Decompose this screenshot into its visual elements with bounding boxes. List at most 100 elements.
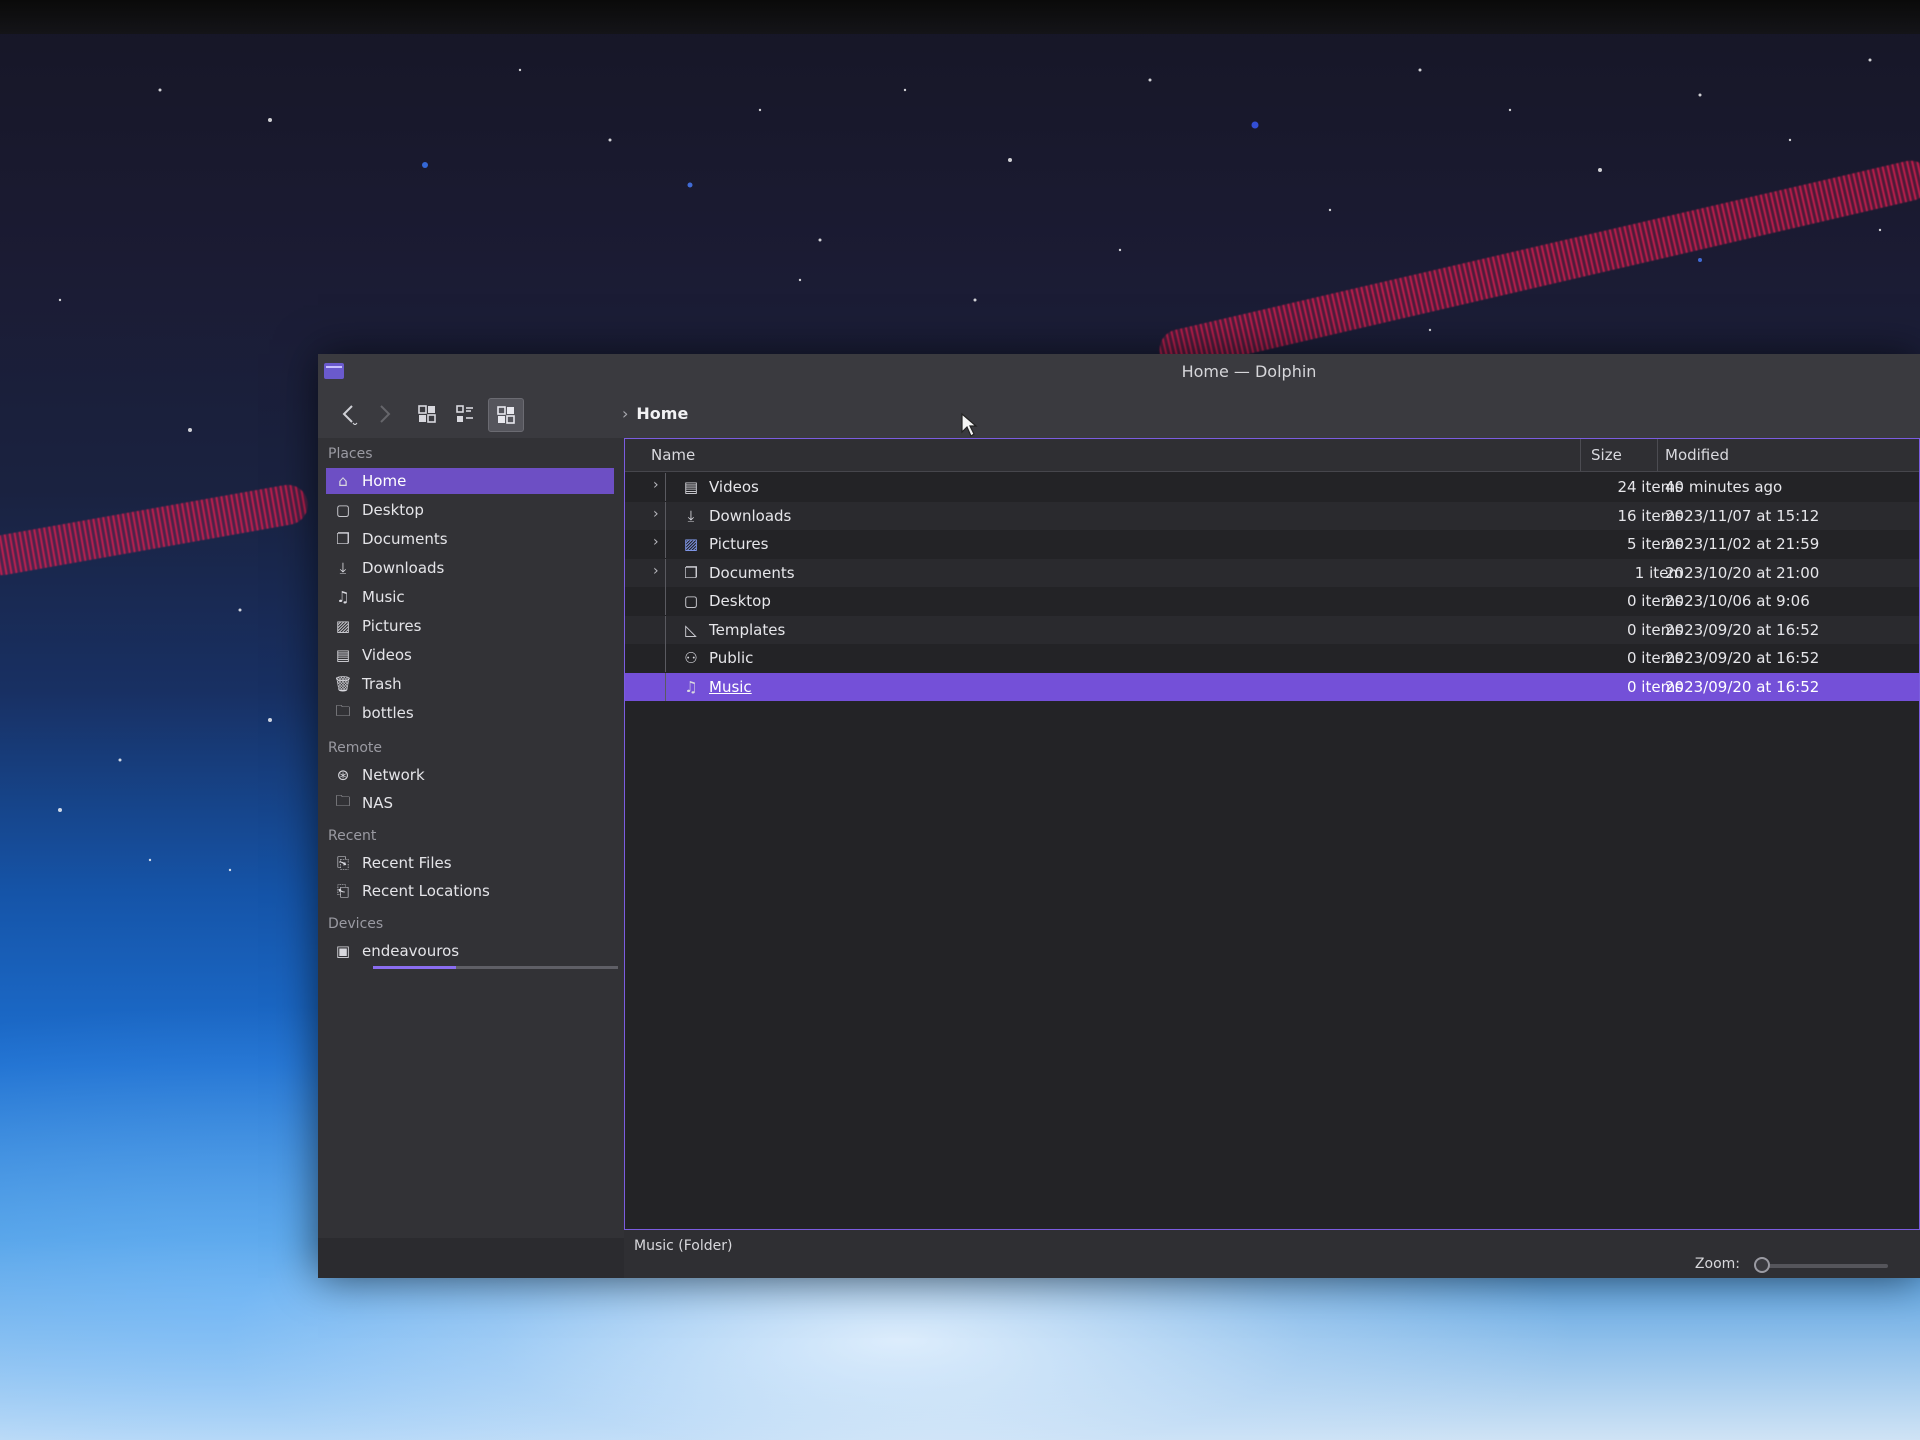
downloads-icon: ⤓ — [339, 559, 347, 577]
title-bar[interactable]: Home — Dolphin — [318, 354, 1920, 391]
place-videos[interactable]: ▤ Videos — [326, 642, 614, 668]
place-music[interactable]: ♫ Music — [326, 584, 614, 610]
place-label: Recent Files — [362, 854, 452, 872]
breadcrumb: › Home — [622, 404, 688, 423]
file-row[interactable]: ♫ Music 0 items 2023/09/20 at 16:52 — [625, 672, 1919, 701]
expand-chevron-icon[interactable]: › — [653, 477, 665, 493]
file-name[interactable]: Desktop — [709, 592, 771, 610]
documents-icon: ❐ — [336, 530, 350, 548]
details-view-button[interactable] — [488, 398, 524, 432]
file-row[interactable]: › ▨ Pictures 5 items 2023/11/02 at 21:59 — [625, 530, 1919, 558]
file-modified: 40 minutes ago — [1665, 478, 1783, 496]
file-row[interactable]: ⚇ Public 0 items 2023/09/20 at 16:52 — [625, 644, 1919, 672]
column-header: Name Size Modified — [625, 439, 1919, 472]
column-name[interactable]: Name — [651, 446, 695, 464]
videos-icon: ▤ — [683, 478, 699, 496]
file-modified: 2023/09/20 at 16:52 — [1665, 677, 1820, 696]
place-desktop[interactable]: ▢ Desktop — [326, 497, 614, 523]
network-icon: ⊛ — [336, 766, 350, 784]
device-usage-fill — [373, 966, 457, 969]
place-label: Music — [362, 588, 405, 606]
zoom-slider-handle[interactable] — [1754, 1257, 1770, 1273]
device-usage-container — [318, 966, 624, 970]
breadcrumb-chevron-icon: › — [622, 404, 629, 423]
tree-connector — [665, 558, 680, 587]
place-label: NAS — [362, 794, 394, 812]
folder-icon: 🗀 — [335, 791, 351, 810]
file-name[interactable]: Documents — [709, 564, 795, 582]
folder-icon: 🗀 — [335, 701, 351, 720]
place-network[interactable]: ⊛ Network — [326, 762, 614, 788]
place-recent-files[interactable]: ⎘ Recent Files — [326, 850, 614, 876]
place-home[interactable]: ⌂ Home — [326, 468, 614, 494]
place-bottles[interactable]: 🗀 bottles — [326, 700, 614, 726]
places-panel: Places ⌂ Home ▢ Desktop ❐ Documents ⤓ Do… — [318, 438, 624, 1238]
mouse-cursor-icon — [961, 412, 978, 437]
place-nas[interactable]: 🗀 NAS — [326, 790, 614, 816]
desktop-icon: ▢ — [683, 592, 699, 610]
expand-chevron-icon[interactable]: › — [653, 506, 665, 522]
place-pictures[interactable]: ▨ Pictures — [326, 613, 614, 639]
desktop-icon: ▢ — [335, 501, 351, 519]
place-label: endeavouros — [362, 942, 460, 960]
place-label: Recent Locations — [362, 882, 490, 900]
icons-view-button[interactable] — [410, 398, 444, 430]
file-name[interactable]: Public — [709, 649, 753, 667]
icons-view-icon — [418, 405, 436, 423]
place-documents[interactable]: ❐ Documents — [326, 526, 614, 552]
drive-icon: ▣ — [335, 942, 351, 960]
file-manager-window: Home — Dolphin › Home Places ⌂ Home ▢ De… — [318, 354, 1920, 1278]
place-label: Trash — [362, 675, 402, 693]
place-label: Documents — [362, 530, 448, 548]
file-name[interactable]: Downloads — [709, 507, 791, 525]
breadcrumb-item-home[interactable]: Home — [636, 404, 688, 423]
file-row[interactable]: ▢ Desktop 0 items 2023/10/06 at 9:06 — [625, 587, 1919, 615]
expand-chevron-icon[interactable]: › — [653, 534, 665, 550]
tree-connector — [665, 615, 680, 644]
videos-icon: ▤ — [335, 646, 351, 664]
file-row[interactable]: › ▤ Videos 24 items 40 minutes ago — [625, 473, 1919, 501]
section-title-places: Places — [328, 446, 373, 462]
tree-connector — [665, 530, 680, 558]
column-size[interactable]: Size — [1591, 446, 1622, 464]
expand-chevron-icon[interactable]: › — [653, 563, 665, 579]
file-row[interactable]: › ⤓ Downloads 16 items 2023/11/07 at 15:12 — [625, 501, 1919, 530]
recent-files-icon: ⎘ — [336, 854, 349, 872]
column-modified[interactable]: Modified — [1665, 446, 1729, 464]
column-divider[interactable] — [1580, 439, 1581, 471]
documents-icon: ❐ — [684, 563, 698, 582]
section-title-devices: Devices — [328, 916, 384, 932]
file-modified: 2023/09/20 at 16:52 — [1665, 649, 1820, 667]
back-button[interactable] — [332, 398, 366, 430]
zoom-slider[interactable] — [1758, 1264, 1888, 1268]
section-title-recent: Recent — [328, 828, 377, 844]
file-name[interactable]: Templates — [709, 621, 785, 639]
file-name[interactable]: Music — [709, 678, 752, 696]
details-view-icon — [497, 406, 515, 424]
place-device-endeavouros[interactable]: ▣ endeavouros — [326, 938, 614, 964]
file-modified: 2023/10/06 at 9:06 — [1665, 592, 1810, 610]
place-downloads[interactable]: ⤓ Downloads — [326, 555, 614, 581]
tree-connector — [665, 644, 680, 672]
back-arrow-icon — [342, 405, 358, 425]
templates-icon: ◺ — [685, 620, 697, 639]
file-name[interactable]: Pictures — [709, 535, 768, 553]
tree-connector — [665, 473, 680, 501]
column-divider[interactable] — [1657, 439, 1658, 471]
forward-button[interactable] — [368, 398, 402, 430]
file-name[interactable]: Videos — [709, 478, 759, 496]
tree-connector — [665, 587, 680, 615]
section-title-remote: Remote — [328, 740, 383, 756]
file-row[interactable]: › ❐ Documents 1 item 2023/10/20 at 21:00 — [625, 558, 1919, 587]
file-row[interactable]: ◺ Templates 0 items 2023/09/20 at 16:52 — [625, 615, 1919, 644]
file-list-view[interactable]: Name Size Modified › ▤ Videos 24 items 40 mi… — [624, 438, 1920, 1230]
place-label: bottles — [362, 704, 414, 722]
place-recent-locations[interactable]: ⎗ Recent Locations — [326, 878, 614, 904]
compact-view-button[interactable] — [448, 398, 482, 430]
place-label: Pictures — [362, 617, 422, 635]
tree-connector — [665, 501, 680, 530]
place-label: Desktop — [362, 501, 424, 519]
place-trash[interactable]: 🗑 Trash — [326, 671, 614, 697]
place-label: Home — [362, 472, 407, 490]
status-text: Music (Folder) — [634, 1238, 733, 1254]
